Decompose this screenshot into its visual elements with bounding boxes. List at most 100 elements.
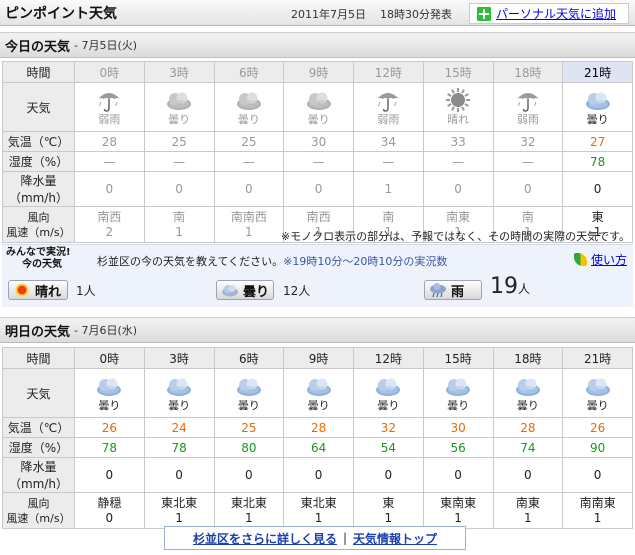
wind-dir: 南 <box>521 209 534 224</box>
humidity-header: 湿度（%） <box>2 151 75 172</box>
wind-dir: 南南西 <box>230 209 267 224</box>
issued-time: 2011年7月5日 18時30分発表 <box>291 6 452 22</box>
weather-header: 天気 <box>2 368 75 418</box>
humidity-cell: 80 <box>213 437 285 458</box>
precip-cell: 0 <box>422 171 494 207</box>
vote-cloudy-count: 12人 <box>283 284 311 298</box>
weather-label: 曇り <box>237 399 260 412</box>
time-cell: 3時 <box>143 61 215 83</box>
wind-cell: 東北東 1 <box>283 492 354 529</box>
issued-date: 2011年7月5日 <box>291 8 366 21</box>
time-cell: 9時 <box>283 347 354 369</box>
wind-cell: 東1 <box>353 492 424 529</box>
wind-dir-header: 風向 <box>27 210 50 224</box>
weather-label: 曇り <box>307 113 330 126</box>
temp-cell: 32 <box>353 417 424 438</box>
add-personal-weather-button[interactable]: パーソナル天気に追加 <box>469 3 629 24</box>
cloud-icon <box>215 87 284 113</box>
wind-dir: 東北東 <box>300 495 337 510</box>
live-prompt-text: 杉並区の今の天気を教えてください。 <box>97 255 284 268</box>
weather-label: 曇り <box>447 399 470 412</box>
weather-header: 天気 <box>2 82 75 132</box>
vote-sunny-button[interactable]: 晴れ <box>8 280 68 300</box>
live-report-badge: みんなで実況! 今の天気 <box>6 247 82 271</box>
weather-cell: 弱雨 <box>353 82 424 132</box>
sun-icon <box>15 283 29 297</box>
wind-dir: 東 <box>382 495 395 510</box>
time-cell: 9時 <box>283 61 354 83</box>
time-cell: 18時 <box>492 347 564 369</box>
howto-link[interactable]: 使い方 <box>573 251 627 268</box>
humidity-cell: 64 <box>283 437 354 458</box>
humidity-cell: — <box>143 151 215 172</box>
precip-cell: 0 <box>562 171 633 207</box>
wind-cell: 静穏 0 <box>74 492 145 529</box>
header-bar: ピンポイント天気 2011年7月5日 18時30分発表 パーソナル天気に追加 <box>0 0 635 26</box>
precip-cell: 0 <box>283 171 354 207</box>
today-section-header: 今日の天気 - 7月5日(火) <box>0 32 635 58</box>
wind-dir: 南東 <box>515 495 540 510</box>
wind-header: 風向 風速（m/s） <box>2 492 75 529</box>
vote-cloudy-button[interactable]: 曇り <box>216 280 274 300</box>
time-cell: 3時 <box>143 347 215 369</box>
weather-cell: 曇り <box>213 82 285 132</box>
temp-header: 気温（℃） <box>2 131 75 152</box>
weather-top-link[interactable]: 天気情報トップ <box>353 530 437 547</box>
wind-speed: 1 <box>524 510 532 525</box>
cloud-icon <box>563 87 632 113</box>
howto-label: 使い方 <box>590 253 627 267</box>
time-cell: 0時 <box>74 61 145 83</box>
more-details-link[interactable]: 杉並区をさらに詳しく見る <box>193 530 337 547</box>
humidity-header: 湿度（%） <box>2 437 75 458</box>
precip-cell: 0 <box>74 171 145 207</box>
temp-cell: 26 <box>562 417 633 438</box>
weather-cell: 曇り <box>213 368 285 418</box>
humidity-cell: 78 <box>143 437 215 458</box>
wind-cell: 東北東 1 <box>213 492 285 529</box>
temp-cell: 28 <box>74 131 145 152</box>
temp-cell: 26 <box>74 417 145 438</box>
time-header: 時間 <box>2 61 75 83</box>
wind-speed: 1 <box>314 510 323 525</box>
precip-cell: 0 <box>143 457 215 493</box>
time-cell: 18時 <box>492 61 564 83</box>
wind-cell: 南南東 1 <box>562 492 633 529</box>
time-cell: 21時 <box>562 61 633 83</box>
precip-cell: 0 <box>143 171 215 207</box>
wind-dir: 東 <box>591 209 604 224</box>
wind-cell: 南東 1 <box>492 492 564 529</box>
today-date: - 7月5日(火) <box>74 39 138 52</box>
vote-rain-count: 19人 <box>490 274 530 299</box>
live-badge-line1: みんなで実況! <box>6 247 71 258</box>
weather-label: 曇り <box>237 113 260 126</box>
temp-cell: 27 <box>562 131 633 152</box>
vote-sunny-label: 晴れ <box>35 284 62 300</box>
wind-speed: 1 <box>454 510 462 525</box>
umbrella-icon <box>494 87 563 113</box>
temp-cell: 25 <box>213 131 285 152</box>
temp-cell: 25 <box>213 417 285 438</box>
cloud-icon <box>354 373 423 399</box>
humidity-cell: — <box>492 151 564 172</box>
vote-rain-button[interactable]: 雨 <box>424 280 482 300</box>
wind-dir: 南 <box>173 209 186 224</box>
time-cell: 15時 <box>422 347 494 369</box>
weather-label: 曇り <box>586 399 609 412</box>
cloud-icon <box>215 373 284 399</box>
weather-label: 曇り <box>307 399 330 412</box>
vote-rain-unit: 人 <box>518 282 531 296</box>
weather-cell: 晴れ <box>422 82 494 132</box>
live-badge-line2: 今の天気 <box>22 259 62 270</box>
cloud-icon <box>145 87 214 113</box>
link-separator: | <box>342 531 348 545</box>
temp-cell: 24 <box>143 417 215 438</box>
vote-rain-label: 雨 <box>451 284 465 300</box>
humidity-cell: 56 <box>422 437 494 458</box>
time-cell: 21時 <box>562 347 633 369</box>
weather-label: 晴れ <box>447 113 470 126</box>
time-cell: 15時 <box>422 61 494 83</box>
live-report-panel: みんなで実況! 今の天気 杉並区の今の天気を教えてください。※19時10分～20… <box>2 244 633 307</box>
weather-cell: 曇り <box>74 368 145 418</box>
weather-cell: 曇り <box>422 368 494 418</box>
tomorrow-section-header: 明日の天気 - 7月6日(水) <box>0 317 635 343</box>
